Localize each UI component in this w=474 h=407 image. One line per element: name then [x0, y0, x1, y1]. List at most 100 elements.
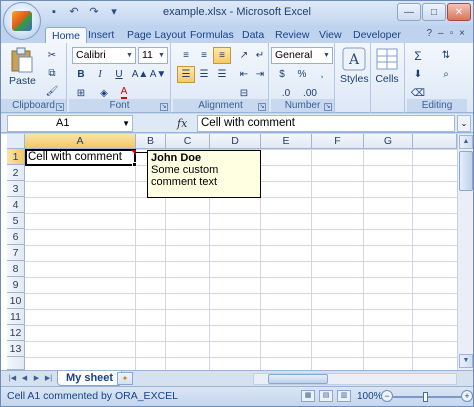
indent-increase-icon[interactable]: ⇥ [251, 66, 269, 83]
column-header[interactable] [413, 134, 457, 149]
column-header[interactable]: F [312, 134, 364, 149]
row-header[interactable]: 11 [7, 309, 25, 325]
row-header[interactable]: 3 [7, 181, 25, 197]
row-header[interactable]: 5 [7, 213, 25, 229]
font-name-select[interactable]: Calibri ▼ [72, 47, 136, 64]
alignment-launcher-icon[interactable]: ↘ [258, 103, 266, 111]
column-header[interactable]: G [364, 134, 413, 149]
comma-button[interactable]: , [313, 66, 331, 83]
row-header[interactable]: 9 [7, 277, 25, 293]
font-launcher-icon[interactable]: ↘ [160, 103, 168, 111]
row-header[interactable]: 7 [7, 245, 25, 261]
align-middle-icon[interactable]: ≡ [195, 47, 213, 64]
row-header[interactable]: 4 [7, 197, 25, 213]
currency-button[interactable]: $ [273, 66, 291, 83]
name-box[interactable]: A1 ▼ [7, 115, 133, 132]
autosum-button[interactable]: Σ [409, 47, 427, 64]
row-header[interactable] [7, 357, 25, 370]
help-icon[interactable]: ? [426, 28, 432, 39]
row-header[interactable]: 2 [7, 165, 25, 181]
format-painter-icon[interactable]: 🖌 [43, 83, 61, 100]
row-header[interactable]: 13 [7, 341, 25, 357]
column-header[interactable]: D [210, 134, 261, 149]
zoom-slider-knob[interactable] [423, 392, 428, 402]
worksheet-grid[interactable]: A B C D E F G 1 2 3 4 5 6 7 8 9 10 11 12… [1, 134, 473, 370]
align-bottom-icon[interactable]: ≡ [213, 47, 231, 64]
number-format-select[interactable]: General ▼ [271, 47, 333, 64]
cut-icon[interactable]: ✂ [43, 47, 61, 64]
cells-button[interactable]: Cells [375, 47, 399, 85]
page-layout-view-icon[interactable]: ▤ [319, 390, 333, 402]
row-header[interactable]: 6 [7, 229, 25, 245]
italic-button[interactable]: I [91, 66, 109, 83]
zoom-out-icon[interactable]: − [381, 390, 393, 402]
styles-button[interactable]: A Styles [340, 47, 369, 85]
page-break-view-icon[interactable]: ▥ [337, 390, 351, 402]
column-header[interactable]: E [261, 134, 312, 149]
tab-page-layout[interactable]: Page Layout [121, 27, 192, 43]
horizontal-scrollbar[interactable] [253, 373, 457, 385]
fill-handle[interactable] [132, 162, 137, 167]
sheet-tab-active[interactable]: My sheet [57, 371, 123, 386]
expand-formula-bar-icon[interactable]: ⌄ [457, 115, 471, 132]
ribbon-minimize-icon[interactable]: – [438, 28, 444, 39]
copy-icon[interactable]: ⧉ [43, 65, 61, 82]
comment-box[interactable]: John Doe Some custom comment text [147, 150, 261, 198]
active-cell-a1[interactable]: Cell with comment [25, 149, 136, 166]
paste-button[interactable]: Paste [9, 47, 36, 87]
row-header[interactable]: 1 [7, 149, 25, 165]
ribbon-close-icon[interactable]: × [459, 28, 465, 39]
insert-sheet-icon[interactable]: ✦ [117, 372, 133, 385]
bold-button[interactable]: B [72, 66, 90, 83]
zoom-slider[interactable] [393, 392, 461, 402]
scroll-up-icon[interactable]: ▲ [459, 135, 473, 149]
next-sheet-icon[interactable]: ▶ [31, 373, 42, 384]
fill-icon[interactable]: ⬇ [409, 66, 427, 83]
tab-home[interactable]: Home [45, 27, 88, 43]
tab-review[interactable]: Review [269, 27, 315, 43]
select-all-corner[interactable] [7, 134, 25, 149]
row-header[interactable]: 8 [7, 261, 25, 277]
minimize-button[interactable]: — [397, 3, 421, 21]
tab-developer[interactable]: Developer [347, 27, 407, 43]
align-center-icon[interactable]: ☰ [195, 66, 213, 83]
horizontal-scroll-thumb[interactable] [268, 374, 328, 384]
column-header[interactable]: C [166, 134, 210, 149]
clipboard-launcher-icon[interactable]: ↘ [56, 103, 64, 111]
tab-formulas[interactable]: Formulas [184, 27, 240, 43]
zoom-level[interactable]: 100% [357, 391, 383, 402]
tab-view[interactable]: View [313, 27, 348, 43]
office-button[interactable] [3, 2, 41, 40]
zoom-in-icon[interactable]: + [461, 390, 473, 402]
first-sheet-icon[interactable]: |◀ [7, 373, 18, 384]
formula-input[interactable]: Cell with comment [197, 115, 455, 132]
vertical-scroll-thumb[interactable] [459, 151, 473, 191]
underline-button[interactable]: U [110, 66, 128, 83]
increase-font-icon[interactable]: A▲ [131, 66, 149, 83]
decrease-font-icon[interactable]: A▼ [149, 66, 167, 83]
sort-filter-icon[interactable]: ⇅ [437, 47, 455, 64]
ribbon-restore-icon[interactable]: ▫ [450, 28, 454, 39]
align-right-icon[interactable]: ☰ [213, 66, 231, 83]
column-header[interactable]: A [25, 134, 136, 149]
find-select-icon[interactable]: ⌕ [437, 66, 455, 83]
last-sheet-icon[interactable]: ▶| [43, 373, 54, 384]
percent-button[interactable]: % [293, 66, 311, 83]
wrap-text-icon[interactable]: ↵ [251, 47, 269, 64]
close-button[interactable]: ✕ [447, 3, 471, 21]
scroll-down-icon[interactable]: ▼ [459, 354, 473, 368]
prev-sheet-icon[interactable]: ◀ [19, 373, 30, 384]
column-header[interactable]: B [136, 134, 166, 149]
row-header[interactable]: 10 [7, 293, 25, 309]
normal-view-icon[interactable]: ▦ [301, 390, 315, 402]
align-left-icon[interactable]: ☰ [177, 66, 195, 83]
row-header[interactable]: 12 [7, 325, 25, 341]
insert-function-button[interactable]: fx [177, 117, 187, 130]
maximize-button[interactable]: □ [422, 3, 446, 21]
align-top-icon[interactable]: ≡ [177, 47, 195, 64]
font-size-select[interactable]: 11 ▼ [138, 47, 168, 64]
vertical-scrollbar[interactable]: ▲ ▼ [457, 134, 473, 370]
tab-data[interactable]: Data [236, 27, 270, 43]
tab-insert[interactable]: Insert [82, 27, 120, 43]
number-launcher-icon[interactable]: ↘ [324, 103, 332, 111]
